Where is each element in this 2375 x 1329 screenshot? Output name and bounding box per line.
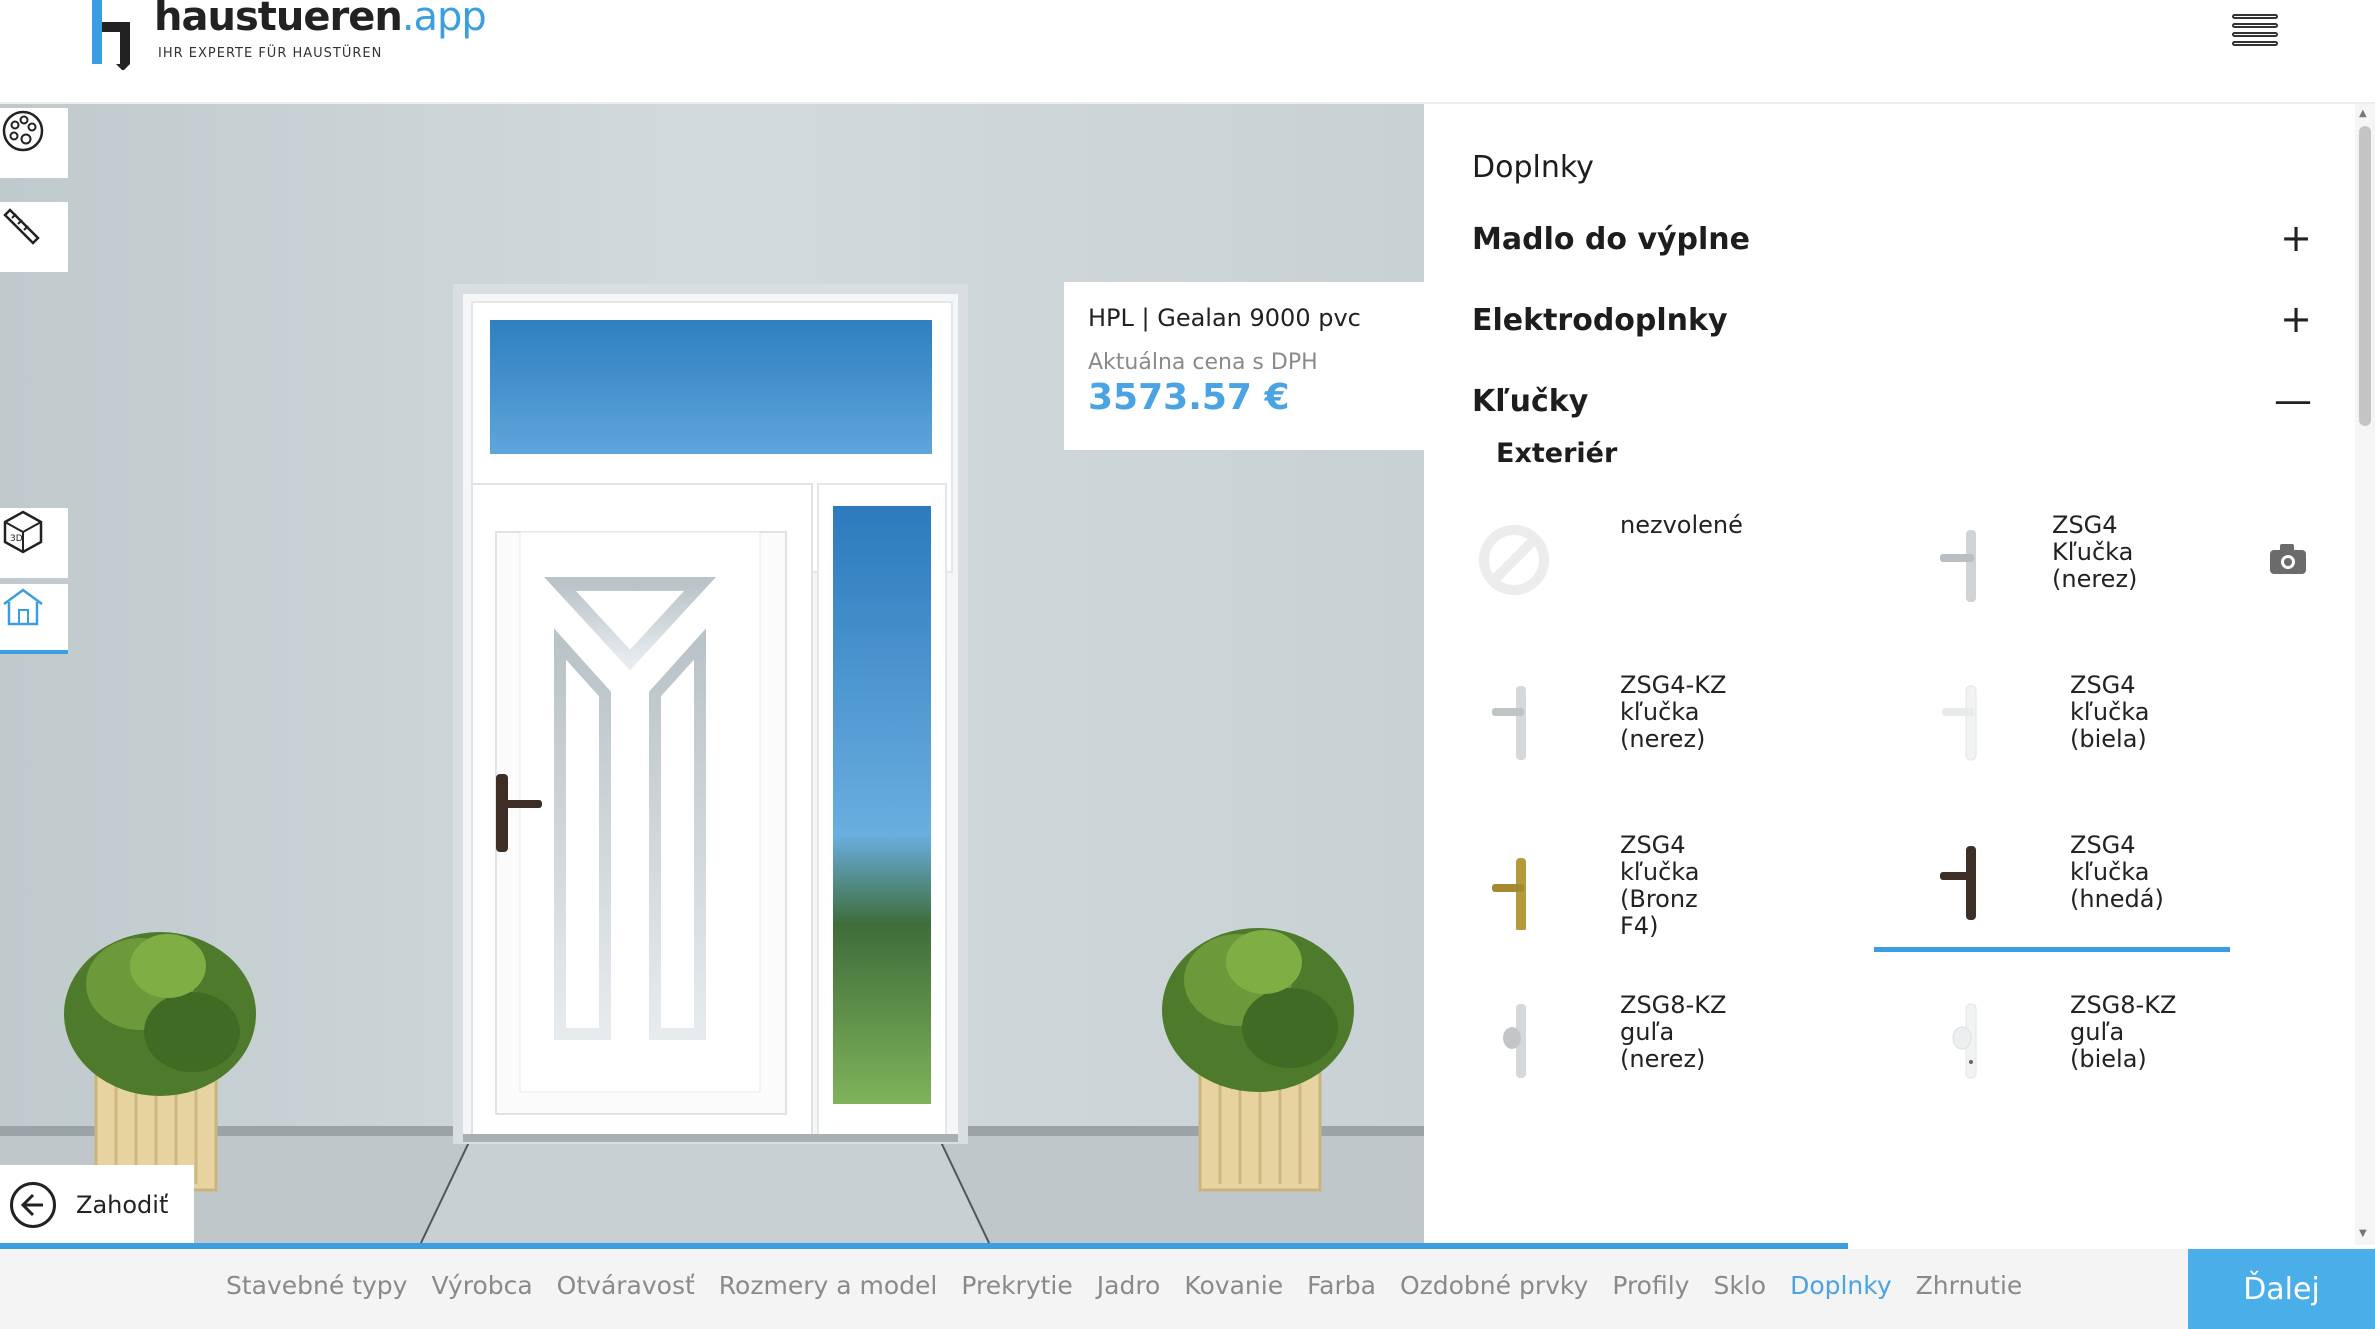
configurator-panel: Doplnky Madlo do výplne + Elektrodoplnky… <box>1424 104 2375 1245</box>
step-13[interactable]: Zhrnutie <box>1916 1271 2023 1300</box>
scroll-down-icon[interactable]: ▼ <box>2359 1228 2367 1239</box>
handle-white-icon <box>1942 685 1977 761</box>
step-3[interactable]: Otváravosť <box>557 1271 695 1300</box>
logo-tagline: IHR EXPERTE FÜR HAUSTÜREN <box>158 46 383 61</box>
accordion-madlo[interactable]: Madlo do výplne + <box>1472 216 2312 266</box>
handle-option[interactable]: ZSG4-KZ kľučka (nerez) <box>1424 650 1854 790</box>
selected-indicator <box>1874 947 2230 952</box>
option-label: ZSG8-KZ guľa (biela) <box>2070 991 2177 1073</box>
cube-3d-icon: 3D <box>3 510 43 554</box>
accordion-label: Madlo do výplne <box>1472 222 1751 257</box>
panel-title: Doplnky <box>1472 150 1594 185</box>
handle-option[interactable]: nezvolené <box>1424 490 1854 630</box>
steps-list: Stavebné typy Výrobca Otváravosť Rozmery a … <box>226 1271 2046 1300</box>
product-name: HPL | Gealan 9000 pvc <box>1088 304 1361 332</box>
step-10[interactable]: Profily <box>1612 1271 1689 1300</box>
house-icon <box>3 588 43 626</box>
scroll-up-icon[interactable]: ▲ <box>2359 108 2367 119</box>
arrow-left-circle-icon <box>10 1182 56 1228</box>
accordion-label: Kľučky <box>1472 384 1589 419</box>
price-label: Aktuálna cena s DPH <box>1088 350 1318 375</box>
step-6[interactable]: Jadro <box>1097 1271 1161 1300</box>
header: haustueren.app IHR EXPERTE FÜR HAUSTÜREN <box>0 0 2375 104</box>
handle-option[interactable]: ZSG8-KZ guľa (biela) <box>1874 970 2304 1110</box>
plus-icon: + <box>2280 216 2312 260</box>
handle-option[interactable]: ZSG4 Kľučka (nerez) <box>1874 490 2306 630</box>
logo-app-text: .app <box>401 0 487 40</box>
step-7[interactable]: Kovanie <box>1184 1271 1283 1300</box>
dimensions-tool-button[interactable] <box>0 202 68 272</box>
step-2[interactable]: Výrobca <box>431 1271 532 1300</box>
handle-option[interactable]: ZSG4 kľučka (Bronz F4) <box>1424 810 1854 950</box>
door-render <box>0 104 1424 1245</box>
step-navigation: Stavebné typy Výrobca Otváravosť Rozmery a … <box>0 1249 2375 1329</box>
plus-icon: + <box>2280 297 2312 341</box>
knob-white-icon <box>1952 1003 1977 1079</box>
handle-brown-icon <box>1940 846 1976 920</box>
option-label: ZSG8-KZ guľa (nerez) <box>1620 991 1727 1073</box>
3d-view-tool-button[interactable]: 3D <box>0 508 68 578</box>
svg-text:3D: 3D <box>10 534 23 544</box>
handle-steel-icon <box>1940 530 1976 602</box>
step-4[interactable]: Rozmery a model <box>719 1271 938 1300</box>
step-11[interactable]: Sklo <box>1713 1271 1766 1300</box>
door-preview-scene: 3D HPL | Gealan 9000 pvc Aktuálna cena s… <box>0 104 1424 1245</box>
handle-bronze-icon <box>1492 858 1526 930</box>
option-label: nezvolené <box>1620 511 1743 539</box>
handle-option[interactable]: ZSG8-KZ guľa (nerez) <box>1424 970 1854 1110</box>
next-button[interactable]: Ďalej <box>2188 1249 2375 1329</box>
logo-mark-icon <box>92 0 130 70</box>
step-8[interactable]: Farba <box>1307 1271 1376 1300</box>
handle-option-selected[interactable]: ZSG4 kľučka (hnedá) <box>1874 810 2304 952</box>
house-view-tool-button[interactable] <box>0 584 68 654</box>
price-value: 3573.57 € <box>1088 377 1290 418</box>
camera-icon[interactable] <box>2268 542 2308 576</box>
ruler-icon <box>3 208 40 245</box>
logo-name-text: haustueren <box>154 0 403 40</box>
logo[interactable]: haustueren.app IHR EXPERTE FÜR HAUSTÜREN <box>90 0 490 72</box>
step-12[interactable]: Doplnky <box>1790 1271 1892 1300</box>
colors-tool-button[interactable] <box>0 108 68 178</box>
price-card: HPL | Gealan 9000 pvc Aktuálna cena s DP… <box>1064 282 1424 450</box>
knob-steel-icon <box>1503 1004 1526 1078</box>
hamburger-menu-icon[interactable] <box>2232 14 2278 56</box>
handle-steel-icon <box>1492 686 1526 760</box>
palette-icon <box>2 110 44 152</box>
logo-name: haustueren.app <box>154 0 487 40</box>
handle-option[interactable]: ZSG4 kľučka (biela) <box>1874 650 2304 790</box>
option-label: ZSG4 kľučka (hnedá) <box>2070 831 2164 913</box>
scrollbar-thumb[interactable] <box>2359 126 2371 426</box>
discard-label: Zahodiť <box>76 1191 169 1219</box>
accordion-label: Elektrodoplnky <box>1472 303 1728 338</box>
option-label: ZSG4 kľučka (Bronz F4) <box>1620 831 1700 940</box>
panel-scrollbar[interactable]: ▲ ▼ <box>2355 104 2375 1245</box>
accordion-klucky[interactable]: Kľučky — <box>1472 378 2312 428</box>
step-9[interactable]: Ozdobné prvky <box>1400 1271 1588 1300</box>
step-1[interactable]: Stavebné typy <box>226 1271 407 1300</box>
discard-button[interactable]: Zahodiť <box>0 1165 194 1245</box>
accordion-elektrodoplnky[interactable]: Elektrodoplnky + <box>1472 297 2312 347</box>
option-label: ZSG4-KZ kľučka (nerez) <box>1620 671 1727 753</box>
none-selected-icon <box>1479 525 1549 595</box>
exterior-subheading: Exteriér <box>1496 438 1618 469</box>
option-label: ZSG4 kľučka (biela) <box>2070 671 2150 753</box>
minus-icon: — <box>2274 378 2312 422</box>
option-label: ZSG4 Kľučka (nerez) <box>2052 511 2138 593</box>
step-5[interactable]: Prekrytie <box>961 1271 1072 1300</box>
